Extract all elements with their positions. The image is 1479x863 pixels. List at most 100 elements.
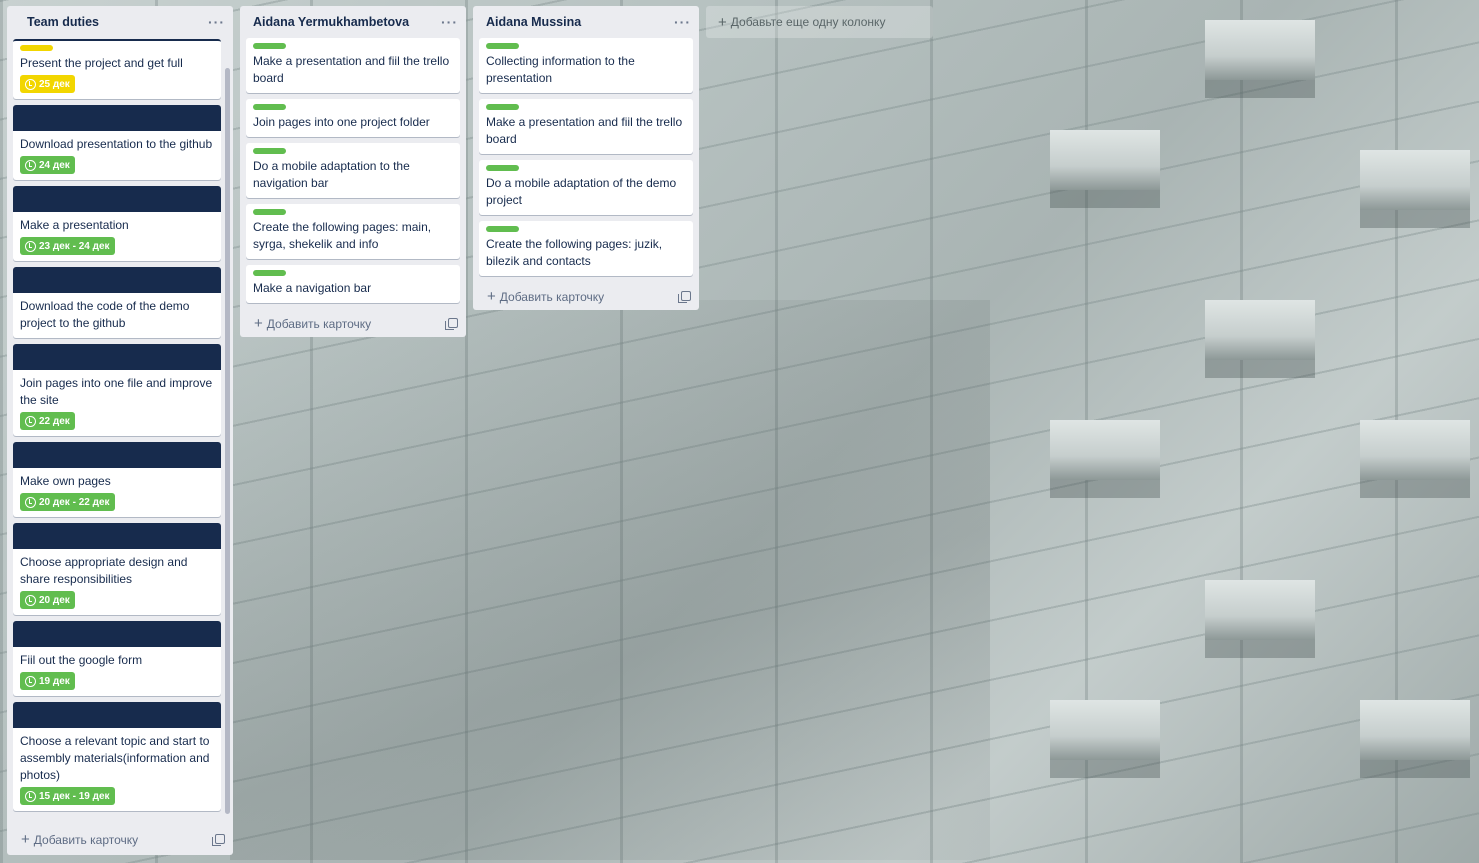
card-title: Make a navigation bar xyxy=(253,281,372,295)
list-title[interactable]: Aidana Mussina xyxy=(486,15,581,29)
list-title[interactable]: Team duties xyxy=(27,15,99,29)
add-column-button[interactable]: + Добавьте еще одну колонку xyxy=(706,6,933,38)
clock-icon xyxy=(25,675,36,687)
list-header[interactable]: Aidana Yermukhambetova ··· xyxy=(240,6,466,38)
due-date-badge[interactable]: 20 дек - 22 дек xyxy=(20,493,115,511)
card[interactable]: Choose a relevant topic and start to ass… xyxy=(13,702,221,811)
card[interactable]: Make own pages 20 дек - 22 дек xyxy=(13,442,221,517)
card[interactable]: Download the code of the demo project to… xyxy=(13,267,221,338)
add-card-button[interactable]: + Добавить карточку xyxy=(240,309,466,337)
card-label xyxy=(253,43,286,49)
more-dots-icon[interactable]: ··· xyxy=(674,14,691,30)
card-title: Make own pages xyxy=(20,474,111,488)
clock-icon xyxy=(25,790,36,802)
due-date-text: 23 дек - 24 дек xyxy=(39,240,110,252)
card-list: Present the project and get full 25 дек … xyxy=(7,38,233,825)
card[interactable]: Make a navigation bar xyxy=(246,265,460,303)
card-cover xyxy=(13,344,221,370)
more-dots-icon[interactable]: ··· xyxy=(208,14,225,30)
card-title: Do a mobile adaptation of the demo proje… xyxy=(486,176,677,207)
list-header[interactable]: Aidana Mussina ··· xyxy=(473,6,699,38)
card-label xyxy=(486,165,519,171)
clock-icon xyxy=(25,415,36,427)
list-team-duties: Team duties ··· Present the project and … xyxy=(7,6,233,855)
due-date-badge[interactable]: 23 дек - 24 дек xyxy=(20,237,115,255)
due-date-text: 15 дек - 19 дек xyxy=(39,790,110,802)
add-card-button[interactable]: + Добавить карточку xyxy=(473,282,699,310)
due-date-text: 20 дек - 22 дек xyxy=(39,496,110,508)
card-title: Download presentation to the github xyxy=(20,137,213,151)
card[interactable]: Do a mobile adaptation to the navigation… xyxy=(246,143,460,198)
card-label xyxy=(486,43,519,49)
due-date-badge[interactable]: 25 дек xyxy=(20,75,75,93)
card-list: Collecting information to the presentati… xyxy=(473,38,699,276)
card-label xyxy=(486,226,519,232)
plus-icon: + xyxy=(21,830,30,848)
card[interactable]: Present the project and get full 25 дек xyxy=(13,39,221,99)
card[interactable]: Create the following pages: juzik, bilez… xyxy=(479,221,693,276)
card-title: Download the code of the demo project to… xyxy=(20,299,190,330)
card-cover xyxy=(13,523,221,549)
card-title: Make a presentation xyxy=(20,218,129,232)
card-title: Present the project and get full xyxy=(20,56,183,70)
due-date-text: 25 дек xyxy=(39,78,70,90)
card-label xyxy=(253,148,286,154)
card-cover xyxy=(13,702,221,728)
list-title[interactable]: Aidana Yermukhambetova xyxy=(253,15,409,29)
due-date-text: 24 дек xyxy=(39,159,70,171)
card[interactable]: Do a mobile adaptation of the demo proje… xyxy=(479,160,693,215)
due-date-badge[interactable]: 19 дек xyxy=(20,672,75,690)
plus-icon: + xyxy=(718,13,727,31)
card[interactable]: Download presentation to the github 24 д… xyxy=(13,105,221,180)
clock-icon xyxy=(25,594,36,606)
card[interactable]: Fiil out the google form 19 дек xyxy=(13,621,221,696)
card-title: Create the following pages: juzik, bilez… xyxy=(486,237,663,268)
due-date-badge[interactable]: 20 дек xyxy=(20,591,75,609)
scrollbar-thumb[interactable] xyxy=(225,68,230,814)
add-card-button[interactable]: + Добавить карточку xyxy=(7,825,233,853)
card-label xyxy=(253,209,286,215)
card-template-icon[interactable] xyxy=(445,318,458,330)
card-cover xyxy=(13,186,221,212)
card-template-icon[interactable] xyxy=(678,291,691,303)
add-column-label: Добавьте еще одну колонку xyxy=(730,15,886,29)
list-scrollbar[interactable] xyxy=(225,68,230,814)
card[interactable]: Make a presentation 23 дек - 24 дек xyxy=(13,186,221,261)
card-title: Do a mobile adaptation to the navigation… xyxy=(253,159,410,190)
list-aidana-mussina: Aidana Mussina ··· Collecting informatio… xyxy=(473,6,699,310)
due-date-badge[interactable]: 15 дек - 19 дек xyxy=(20,787,115,805)
list-header[interactable]: Team duties ··· xyxy=(7,6,233,38)
card-label xyxy=(253,104,286,110)
card-title: Choose appropriate design and share resp… xyxy=(20,555,188,586)
card-label xyxy=(486,104,519,110)
card-title: Join pages into one file and improve the… xyxy=(20,376,213,407)
card-cover xyxy=(13,267,221,293)
list-aidana-yermukhambetova: Aidana Yermukhambetova ··· Make a presen… xyxy=(240,6,466,337)
card-label xyxy=(20,45,53,51)
clock-icon xyxy=(25,496,36,508)
card[interactable]: Collecting information to the presentati… xyxy=(479,38,693,93)
due-date-badge[interactable]: 22 дек xyxy=(20,412,75,430)
clock-icon xyxy=(25,78,36,90)
due-date-text: 20 дек xyxy=(39,594,70,606)
card[interactable]: Choose appropriate design and share resp… xyxy=(13,523,221,615)
card-title: Choose a relevant topic and start to ass… xyxy=(20,734,210,782)
card-title: Collecting information to the presentati… xyxy=(486,54,635,85)
card-title: Create the following pages: main, syrga,… xyxy=(253,220,432,251)
more-dots-icon[interactable]: ··· xyxy=(441,14,458,30)
card[interactable]: Join pages into one file and improve the… xyxy=(13,344,221,436)
card[interactable]: Create the following pages: main, syrga,… xyxy=(246,204,460,259)
card[interactable]: Join pages into one project folder xyxy=(246,99,460,137)
card-cover xyxy=(13,621,221,647)
add-card-label: Добавить карточку xyxy=(499,289,605,304)
card-list: Make a presentation and fiil the trello … xyxy=(240,38,466,303)
plus-icon: + xyxy=(487,287,496,305)
add-card-label: Добавить карточку xyxy=(33,832,139,847)
card[interactable]: Make a presentation and fiil the trello … xyxy=(246,38,460,93)
clock-icon xyxy=(25,240,36,252)
due-date-badge[interactable]: 24 дек xyxy=(20,156,75,174)
card-title: Join pages into one project folder xyxy=(253,115,430,129)
card-title: Fiil out the google form xyxy=(20,653,143,667)
card-template-icon[interactable] xyxy=(212,834,225,846)
card[interactable]: Make a presentation and fiil the trello … xyxy=(479,99,693,154)
